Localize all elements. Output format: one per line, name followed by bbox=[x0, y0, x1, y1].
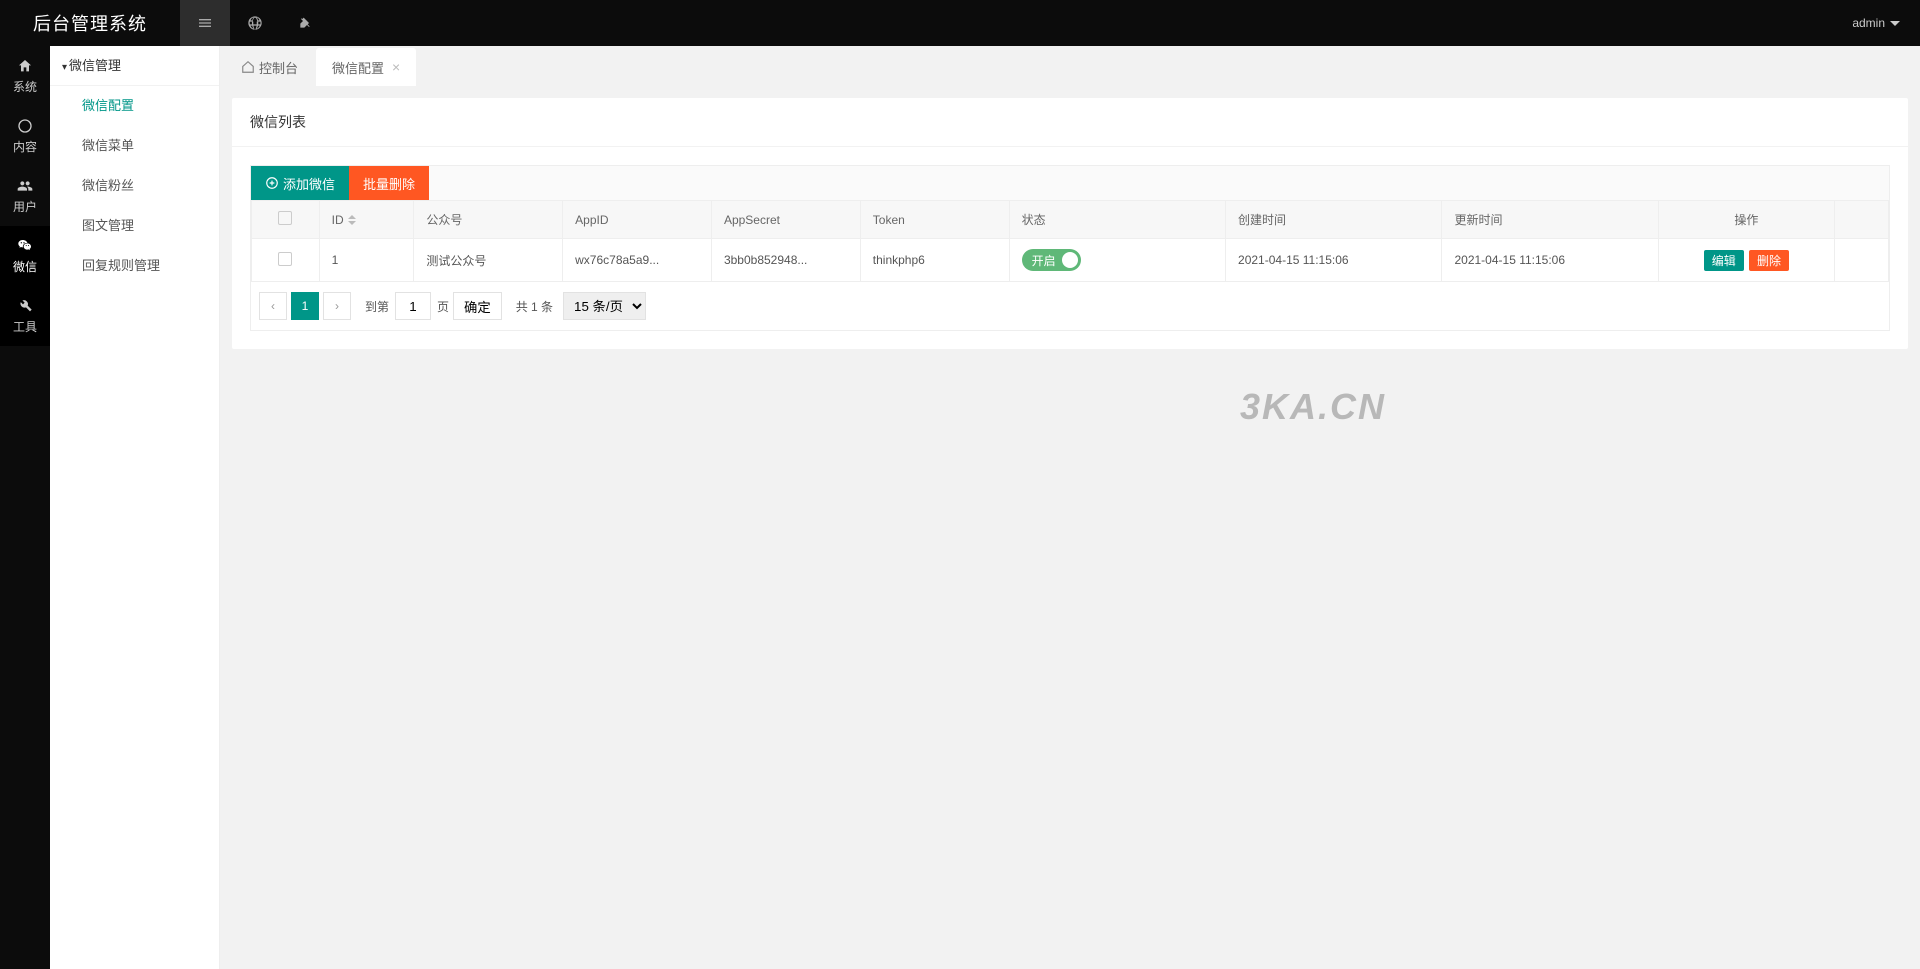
clear-icon[interactable] bbox=[280, 0, 330, 46]
nav-label: 内容 bbox=[13, 138, 37, 155]
cell-name: 测试公众号 bbox=[414, 239, 563, 282]
nav-wechat[interactable]: 微信 bbox=[0, 226, 50, 286]
content-card: 微信列表 添加微信 批量删除 ID bbox=[232, 98, 1908, 349]
col-extra bbox=[1834, 201, 1888, 239]
col-actions: 操作 bbox=[1658, 201, 1834, 239]
nav-label: 用户 bbox=[13, 198, 37, 215]
tab-label: 控制台 bbox=[259, 58, 298, 77]
caret-down-icon bbox=[1890, 21, 1900, 26]
prev-page[interactable]: ‹ bbox=[259, 292, 287, 320]
subnav-wechat-menu[interactable]: 微信菜单 bbox=[50, 126, 219, 166]
subnav-group[interactable]: 微信管理 bbox=[50, 46, 219, 86]
switch-knob bbox=[1062, 252, 1078, 268]
page-label: 页 bbox=[437, 298, 449, 315]
primary-nav: 系统 内容 用户 微信 工具 bbox=[0, 46, 50, 969]
card-title: 微信列表 bbox=[232, 98, 1908, 147]
page-1[interactable]: 1 bbox=[291, 292, 319, 320]
col-updated: 更新时间 bbox=[1442, 201, 1658, 239]
cell-updated: 2021-04-15 11:15:06 bbox=[1442, 239, 1658, 282]
tab-wechat-config[interactable]: 微信配置 × bbox=[316, 48, 416, 86]
tab-home[interactable]: 控制台 bbox=[225, 48, 314, 86]
edit-button[interactable]: 编辑 bbox=[1704, 250, 1744, 271]
cell-id: 1 bbox=[319, 239, 414, 282]
secondary-nav: 微信管理 微信配置 微信菜单 微信粉丝 图文管理 回复规则管理 bbox=[50, 46, 220, 969]
col-created: 创建时间 bbox=[1226, 201, 1442, 239]
tab-label: 微信配置 bbox=[332, 58, 384, 77]
col-secret: AppSecret bbox=[711, 201, 860, 239]
brand: 后台管理系统 bbox=[0, 10, 180, 36]
nav-user[interactable]: 用户 bbox=[0, 166, 50, 226]
batch-delete-button[interactable]: 批量删除 bbox=[349, 166, 429, 200]
nav-system[interactable]: 系统 bbox=[0, 46, 50, 106]
pagesize-select[interactable]: 15 条/页 bbox=[563, 292, 646, 320]
main: 控制台 微信配置 × 微信列表 添加微信 批量删除 bbox=[220, 46, 1920, 969]
button-label: 添加微信 bbox=[283, 174, 335, 193]
user-name: admin bbox=[1852, 16, 1885, 30]
data-table: ID 公众号 AppID AppSecret Token 状态 创建时间 更新时… bbox=[251, 200, 1889, 282]
sort-icon bbox=[348, 215, 356, 225]
cell-appid: wx76c78a5a9... bbox=[563, 239, 712, 282]
nav-label: 系统 bbox=[13, 78, 37, 95]
total-count: 共 1 条 bbox=[516, 298, 553, 315]
nav-label: 工具 bbox=[13, 318, 37, 335]
cell-token: thinkphp6 bbox=[860, 239, 1009, 282]
watermark: 3KA.CN bbox=[1240, 386, 1386, 428]
goto-label: 到第 bbox=[365, 298, 389, 315]
col-account: 公众号 bbox=[414, 201, 563, 239]
cell-status: 开启 bbox=[1009, 239, 1225, 282]
col-status: 状态 bbox=[1009, 201, 1225, 239]
table-row: 1 测试公众号 wx76c78a5a9... 3bb0b852948... th… bbox=[252, 239, 1889, 282]
table-panel: 添加微信 批量删除 ID 公众号 AppID AppSecret bbox=[250, 165, 1890, 331]
add-button[interactable]: 添加微信 bbox=[251, 166, 349, 200]
cell-extra bbox=[1834, 239, 1888, 282]
nav-tools[interactable]: 工具 bbox=[0, 286, 50, 346]
cell-actions: 编辑 删除 bbox=[1658, 239, 1834, 282]
status-switch[interactable]: 开启 bbox=[1022, 249, 1081, 271]
toolbar: 添加微信 批量删除 bbox=[251, 166, 1889, 200]
subnav-wechat-fans[interactable]: 微信粉丝 bbox=[50, 166, 219, 206]
menu-toggle-icon[interactable] bbox=[180, 0, 230, 46]
topbar: 后台管理系统 admin bbox=[0, 0, 1920, 46]
col-id[interactable]: ID bbox=[319, 201, 414, 239]
user-menu[interactable]: admin bbox=[1852, 16, 1905, 30]
tabs: 控制台 微信配置 × bbox=[220, 46, 1920, 86]
subnav-reply-rules[interactable]: 回复规则管理 bbox=[50, 246, 219, 286]
delete-button[interactable]: 删除 bbox=[1749, 250, 1789, 271]
cell-secret: 3bb0b852948... bbox=[711, 239, 860, 282]
close-icon[interactable]: × bbox=[392, 59, 400, 75]
next-page[interactable]: › bbox=[323, 292, 351, 320]
goto-confirm[interactable]: 确定 bbox=[453, 292, 502, 320]
globe-icon[interactable] bbox=[230, 0, 280, 46]
col-checkbox bbox=[252, 201, 320, 239]
pagination: ‹ 1 › 到第 页 确定 共 1 条 15 条/页 bbox=[251, 282, 1889, 330]
nav-label: 微信 bbox=[13, 258, 37, 275]
subnav-news-manage[interactable]: 图文管理 bbox=[50, 206, 219, 246]
col-appid: AppID bbox=[563, 201, 712, 239]
nav-content[interactable]: 内容 bbox=[0, 106, 50, 166]
table-header-row: ID 公众号 AppID AppSecret Token 状态 创建时间 更新时… bbox=[252, 201, 1889, 239]
checkbox-all[interactable] bbox=[278, 211, 292, 225]
switch-label: 开启 bbox=[1032, 252, 1056, 269]
top-icons bbox=[180, 0, 330, 46]
cell-created: 2021-04-15 11:15:06 bbox=[1226, 239, 1442, 282]
button-label: 批量删除 bbox=[363, 174, 415, 193]
subnav-wechat-config[interactable]: 微信配置 bbox=[50, 86, 219, 126]
row-checkbox[interactable] bbox=[278, 252, 292, 266]
col-token: Token bbox=[860, 201, 1009, 239]
goto-input[interactable] bbox=[395, 292, 431, 320]
